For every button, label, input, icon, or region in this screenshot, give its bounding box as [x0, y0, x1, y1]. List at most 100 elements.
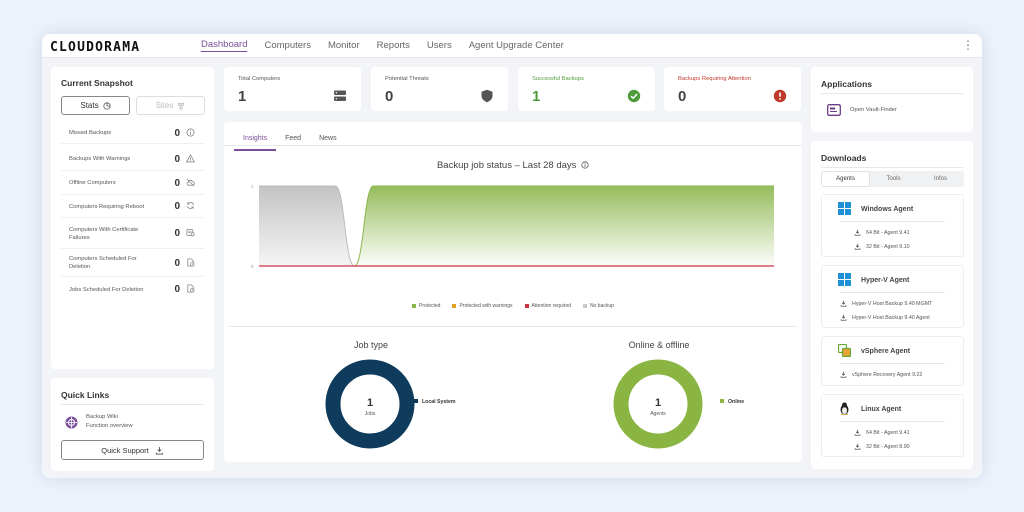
legend-label: No backup: [590, 303, 614, 309]
cloudorama-logo[interactable]: CLOUDORAMA: [50, 39, 186, 53]
nav-item-users[interactable]: Users: [427, 34, 452, 57]
cloud-off-icon: [180, 178, 200, 189]
downloads-tab-tools[interactable]: Tools: [870, 171, 917, 187]
stat-label: Total Computers: [238, 76, 281, 82]
stats-toggle-button[interactable]: Stats: [61, 96, 130, 115]
pie-chart-icon: [103, 101, 111, 110]
agent-header: Linux Agent: [822, 395, 963, 423]
downloads-tab-agents[interactable]: Agents: [821, 171, 870, 187]
stat-card-potential-threats[interactable]: Potential Threats 0: [371, 67, 508, 111]
nav-item-dashboard[interactable]: Dashboard: [201, 34, 248, 57]
delete-schedule-icon: [180, 284, 200, 295]
insights-panel: Insights Feed News Backup job status – Las…: [224, 122, 802, 462]
nav-label: Monitor: [327, 40, 360, 51]
agent-download-link[interactable]: vSphere Recovery Agent 9.22: [822, 368, 963, 382]
snapshot-row-jobs-scheduled-for-deletion[interactable]: Jobs Scheduled For Deletion 0: [61, 278, 204, 301]
agent-header: Windows Agent: [822, 195, 963, 223]
tab-insights[interactable]: Insights: [234, 129, 277, 151]
donut-center-label: Jobs: [365, 411, 376, 417]
job-type-donut: 1 Jobs: [325, 359, 415, 449]
backup-wiki-link[interactable]: Backup Wiki Function overview: [65, 413, 133, 431]
sites-toggle-button[interactable]: Sites: [136, 96, 205, 115]
legend-no-backup[interactable]: No backup: [583, 303, 614, 309]
downloads-tab-infos[interactable]: Infos: [917, 171, 964, 187]
nav-item-computers[interactable]: Computers: [264, 34, 310, 57]
download-icon: [840, 314, 847, 323]
download-icon: [854, 429, 861, 438]
more-menu-icon[interactable]: ⋮: [962, 39, 974, 51]
download-icon: [840, 300, 847, 309]
agent-name: Linux Agent: [861, 405, 902, 413]
online-legend: Online: [720, 399, 744, 405]
app-window: CLOUDORAMA Dashboard Computers Monitor Repo…: [42, 34, 982, 478]
snapshot-row-label: Computers With Certificate Failures: [69, 226, 139, 241]
snapshot-row-computers-requiring-reboot[interactable]: Computers Requiring Reboot 0: [61, 196, 204, 218]
legend-swatch: [412, 303, 417, 308]
tab-feed[interactable]: Feed: [276, 129, 310, 151]
stat-card-successful-backups[interactable]: Successful Backups 1: [518, 67, 655, 111]
nav-label: Reports: [376, 40, 410, 51]
legend-attention-required[interactable]: Attention required: [524, 303, 571, 309]
server-icon: [333, 89, 347, 108]
agent-name: Hyper-V Agent: [861, 276, 910, 284]
quick-support-button[interactable]: Quick Support: [61, 440, 204, 460]
nav-label: Computers: [264, 40, 311, 51]
snapshot-row-label: Backups With Warnings: [69, 156, 131, 162]
snapshot-row-label: Computers Scheduled For Deletion: [69, 256, 137, 270]
download-link-label: vSphere Recovery Agent 9.22: [852, 372, 923, 378]
snapshot-row-value: 0: [174, 228, 180, 239]
vault-label: Open Vault-Finder: [850, 107, 897, 113]
agent-download-link[interactable]: 64 Bit - Agent 9.41: [822, 426, 963, 440]
legend-label: Protected: [419, 303, 441, 309]
linux-icon: [838, 402, 851, 417]
info-icon[interactable]: [581, 161, 589, 170]
quick-links-panel: Quick Links Backup Wiki Function overvie…: [51, 378, 214, 471]
check-circle-icon: [627, 89, 641, 108]
quick-links-title: Quick Links: [61, 390, 110, 400]
stat-value: 1: [532, 88, 541, 105]
agent-card-linux-agent: Linux Agent 64 Bit - Agent 9.41 32 Bit - A…: [821, 394, 964, 457]
legend-online: Online: [728, 399, 745, 405]
legend-protected-with-warnings[interactable]: Protected with warnings: [452, 303, 513, 309]
stat-card-backups-requiring-attention[interactable]: Backups Requiring Attention 0: [664, 67, 801, 111]
main-nav: Dashboard Computers Monitor Reports Users Age…: [201, 34, 581, 57]
legend-protected[interactable]: Protected: [412, 303, 440, 309]
agent-name: vSphere Agent: [861, 347, 911, 355]
y-tick-0: 0: [251, 264, 254, 269]
stat-value: 1: [238, 88, 247, 105]
svg-text:CLOUDORAMA: CLOUDORAMA: [50, 40, 140, 53]
agent-download-link[interactable]: 64 Bit - Agent 9.41: [822, 226, 963, 240]
agent-card-hyper-v-agent: Hyper-V Agent Hyper-V Host Backup 9.40 MG…: [821, 265, 964, 328]
snapshot-row-backups-with-warnings[interactable]: Backups With Warnings 0: [61, 148, 204, 171]
wiki-icon: [65, 416, 78, 428]
nav-item-reports[interactable]: Reports: [377, 34, 410, 57]
tab-news[interactable]: News: [310, 129, 346, 151]
top-bar: CLOUDORAMA Dashboard Computers Monitor Repo…: [42, 34, 982, 58]
donut-center-value: 1: [367, 397, 373, 409]
agent-download-link[interactable]: Hyper-V Host Backup 9.40 Agent: [822, 311, 963, 325]
nav-item-monitor[interactable]: Monitor: [328, 34, 360, 57]
windows-icon: [838, 272, 851, 288]
main-tabs: Insights Feed News: [234, 129, 346, 151]
stat-card-total-computers[interactable]: Total Computers 1: [224, 67, 361, 111]
nav-item-agent-upgrade-center[interactable]: Agent Upgrade Center: [469, 34, 564, 57]
snapshot-title: Current Snapshot: [61, 78, 133, 88]
snapshot-row-missed-backups[interactable]: Missed Backups 0: [61, 123, 204, 144]
snapshot-row-computers-scheduled-for-deletion[interactable]: Computers Scheduled For Deletion 0: [61, 250, 204, 277]
legend-swatch: [524, 303, 529, 308]
open-vault-finder-link[interactable]: Open Vault-Finder: [827, 104, 897, 116]
chart-legend: Protected Protected with warnings Attentio…: [224, 303, 802, 309]
downloads-panel: Downloads Agents Tools Infos Windows Agent…: [811, 141, 973, 469]
reboot-icon: [180, 201, 200, 212]
agent-download-link[interactable]: 32 Bit - Agent 8.90: [822, 440, 963, 454]
legend-swatch: [452, 303, 457, 308]
nav-label: Dashboard: [201, 39, 248, 52]
job-type-title: Job type: [353, 340, 389, 350]
y-tick-1: 1: [251, 184, 254, 189]
applications-panel: Applications Open Vault-Finder: [811, 67, 973, 132]
snapshot-row-offline-computers[interactable]: Offline Computers 0: [61, 172, 204, 195]
online-offline-title: Online & offline: [628, 340, 690, 350]
agent-download-link[interactable]: 32 Bit - Agent 9.10: [822, 240, 963, 254]
agent-download-link[interactable]: Hyper-V Host Backup 9.40 MGMT: [822, 297, 963, 311]
snapshot-row-computers-with-certificate-failures[interactable]: Computers With Certificate Failures 0: [61, 219, 204, 249]
